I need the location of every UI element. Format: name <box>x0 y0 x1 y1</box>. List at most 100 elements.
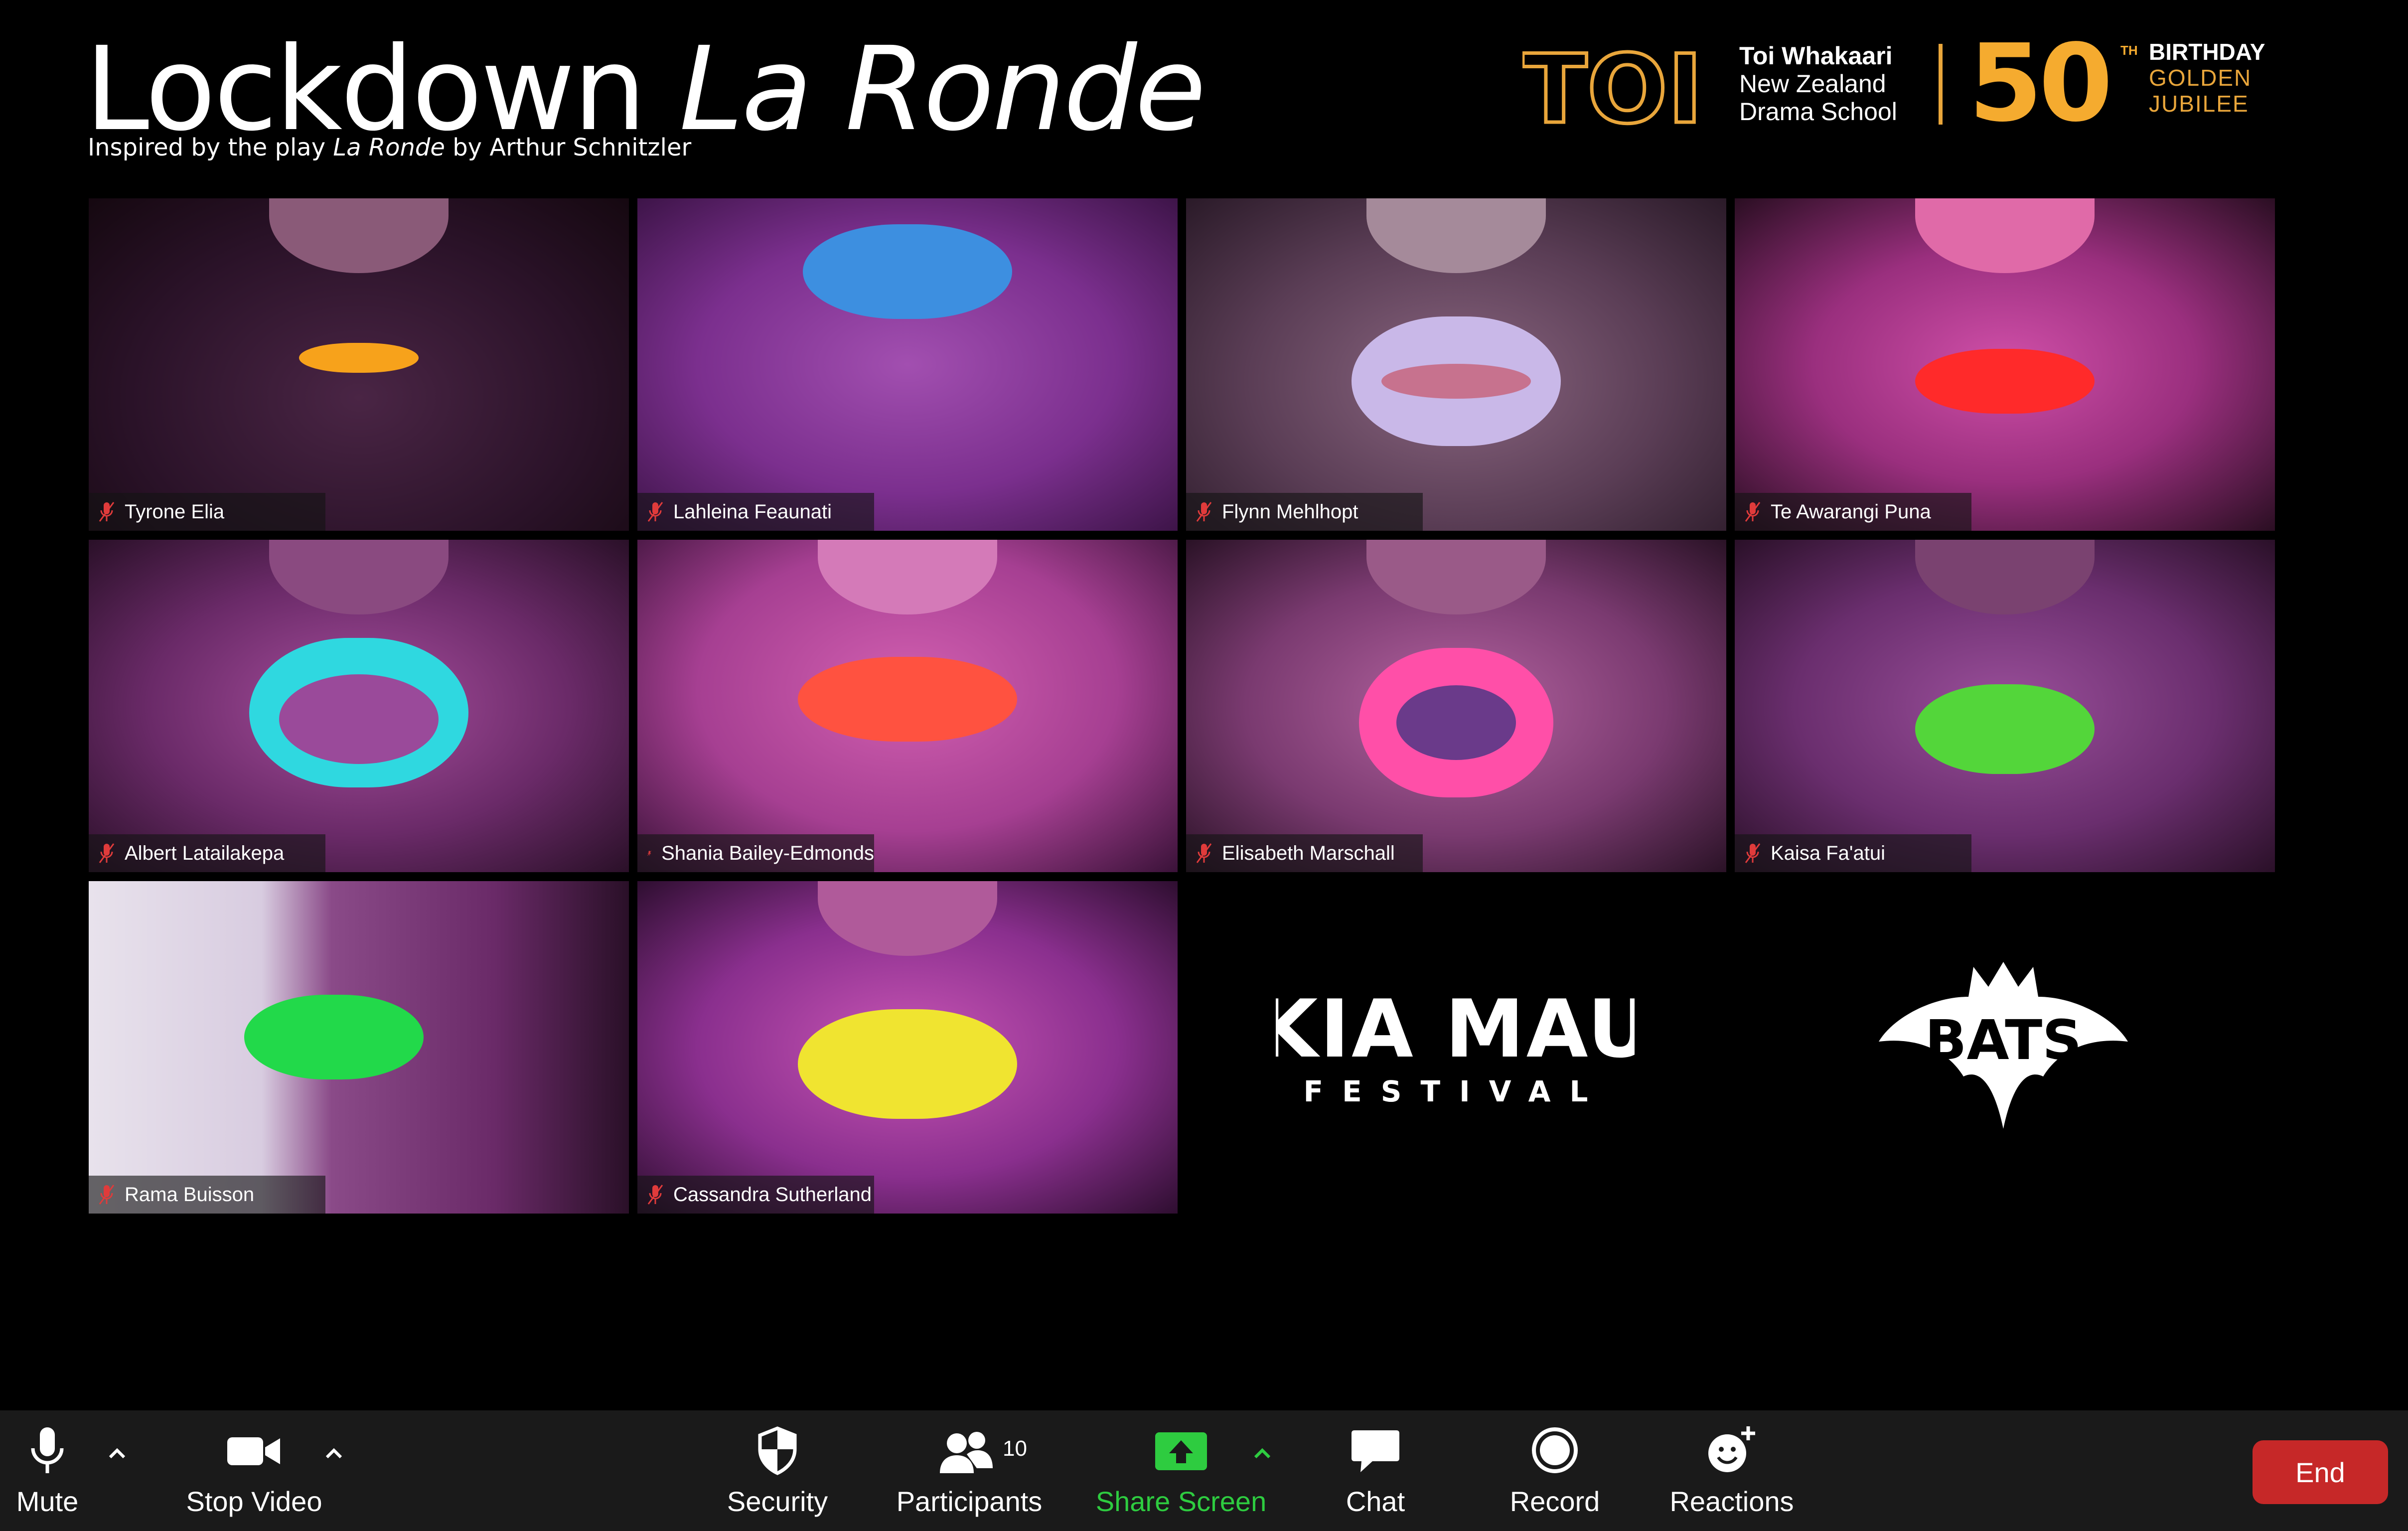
video-tile[interactable]: Shania Bailey-Edmonds <box>637 540 1178 872</box>
video-tile[interactable]: Flynn Mehlhopt <box>1186 198 1726 531</box>
participant-name-tag: Shania Bailey-Edmonds <box>637 834 874 872</box>
video-tile[interactable]: Te Awarangi Puna <box>1735 198 2275 531</box>
th-superscript: TH <box>2120 43 2138 58</box>
chat-bubble-icon <box>1352 1430 1399 1472</box>
record-label: Record <box>1509 1486 1600 1517</box>
muted-mic-icon <box>647 850 651 856</box>
reactions-label: Reactions <box>1669 1486 1794 1517</box>
video-tile[interactable]: Cassandra Sutherland <box>637 881 1178 1214</box>
participant-name: Shania Bailey-Edmonds <box>661 842 874 864</box>
muted-mic-icon <box>1745 843 1761 863</box>
lips <box>798 657 1017 742</box>
toi-line-1: Toi Whakaari <box>1739 42 1893 70</box>
chat-button[interactable]: Chat <box>1336 1425 1415 1518</box>
fifty-badge: 50 <box>1968 21 2113 146</box>
end-meeting-button[interactable]: End <box>2253 1440 2388 1504</box>
participant-name: Cassandra Sutherland <box>673 1183 872 1206</box>
logo-divider <box>1939 44 1943 125</box>
mute-button[interactable]: Mute <box>10 1425 85 1518</box>
lips <box>803 224 1012 319</box>
svg-text:TOI: TOI <box>1522 42 1703 127</box>
svg-text:BATS: BATS <box>1925 1008 2082 1072</box>
video-camera-icon <box>227 1437 280 1465</box>
subtitle-italic: La Ronde <box>333 134 445 161</box>
video-tile[interactable]: Elisabeth Marschall <box>1186 540 1726 872</box>
participant-name: Te Awarangi Puna <box>1771 500 1931 523</box>
participant-name-tag: Elisabeth Marschall <box>1186 834 1423 872</box>
muted-mic-icon <box>99 843 115 863</box>
muted-mic-icon <box>99 1185 115 1205</box>
toi-line-3: Drama School <box>1739 98 1897 126</box>
meeting-subtitle: Inspired by the play La Ronde by Arthur … <box>88 134 691 161</box>
stop-video-button[interactable]: Stop Video <box>179 1425 329 1518</box>
video-tile[interactable]: Lahleina Feaunati <box>637 198 1178 531</box>
participant-name-tag: Flynn Mehlhopt <box>1186 493 1423 531</box>
kia-mau-festival-logo: KIA MAU FESTIVAL <box>1276 987 1635 1108</box>
svg-text:FESTIVAL: FESTIVAL <box>1304 1074 1607 1108</box>
video-tile[interactable]: Tyrone Elia <box>89 198 629 531</box>
jubilee-label: JUBILEE <box>2149 91 2249 117</box>
lips <box>299 343 419 373</box>
participant-name-tag: Kaisa Fa'atui <box>1735 834 1971 872</box>
security-button[interactable]: Security <box>718 1425 837 1518</box>
lips <box>1915 684 2095 774</box>
muted-mic-icon <box>1196 843 1212 863</box>
video-tile[interactable]: Albert Latailakepa <box>89 540 629 872</box>
muted-mic-icon <box>99 502 115 522</box>
participant-name: Rama Buisson <box>125 1183 255 1206</box>
mute-label: Mute <box>16 1486 79 1517</box>
chevron-up-icon[interactable] <box>324 1445 344 1460</box>
record-icon <box>1532 1427 1578 1473</box>
smiley-plus-icon <box>1708 1426 1755 1472</box>
participant-name: Lahleina Feaunati <box>673 500 832 523</box>
muted-mic-icon <box>647 1185 663 1205</box>
record-button[interactable]: Record <box>1505 1425 1605 1518</box>
golden-label: GOLDEN <box>2149 65 2252 91</box>
stop-video-label: Stop Video <box>186 1486 322 1517</box>
subtitle-suffix: by Arthur Schnitzler <box>445 134 692 161</box>
toi-logo: TOI <box>1522 42 1704 127</box>
share-screen-icon <box>1155 1432 1207 1470</box>
video-tile[interactable]: Kaisa Fa'atui <box>1735 540 2275 872</box>
participant-name: Flynn Mehlhopt <box>1222 500 1358 523</box>
golden-jubilee-text: BIRTHDAY GOLDEN JUBILEE <box>2149 39 2265 117</box>
toi-line-2: New Zealand <box>1739 70 1886 98</box>
toi-wordmark: Toi Whakaari New Zealand Drama School <box>1739 42 1897 126</box>
lips-opening <box>1381 363 1531 399</box>
participant-name-tag: Tyrone Elia <box>89 493 325 531</box>
shield-icon <box>758 1426 797 1475</box>
share-screen-label: Share Screen <box>1095 1486 1267 1517</box>
lips <box>798 1009 1017 1119</box>
participant-name-tag: Lahleina Feaunati <box>637 493 874 531</box>
svg-text:KIA MAU: KIA MAU <box>1276 987 1635 1075</box>
title-italic: La Ronde <box>679 22 1206 156</box>
birthday-label: BIRTHDAY <box>2149 39 2265 65</box>
chevron-up-icon[interactable] <box>107 1445 127 1460</box>
muted-mic-icon <box>1196 502 1212 522</box>
lips <box>244 995 424 1080</box>
lips-opening <box>1396 685 1516 760</box>
participant-name-tag: Rama Buisson <box>89 1176 325 1214</box>
chat-label: Chat <box>1346 1486 1405 1517</box>
participant-name: Tyrone Elia <box>125 500 225 523</box>
microphone-icon <box>31 1427 64 1473</box>
participant-count: 10 <box>1003 1436 1027 1461</box>
participant-name: Elisabeth Marschall <box>1222 842 1395 864</box>
people-icon <box>940 1432 993 1473</box>
reactions-button[interactable]: Reactions <box>1669 1425 1794 1518</box>
participants-label: Participants <box>896 1486 1043 1517</box>
subtitle-prefix: Inspired by the play <box>88 134 333 161</box>
muted-mic-icon <box>647 502 663 522</box>
muted-mic-icon <box>1745 502 1761 522</box>
share-screen-button[interactable]: Share Screen <box>1091 1425 1271 1518</box>
participant-name-tag: Te Awarangi Puna <box>1735 493 1971 531</box>
lips <box>1915 348 2095 414</box>
bats-theatre-logo: BATS <box>1879 962 2128 1129</box>
participant-name: Albert Latailakepa <box>125 842 285 864</box>
chevron-up-icon[interactable] <box>1252 1445 1272 1460</box>
participant-name: Kaisa Fa'atui <box>1771 842 1885 864</box>
meeting-toolbar: Mute Stop Video Security Participants 10 <box>0 1410 2408 1531</box>
video-tile[interactable]: Rama Buisson <box>89 881 629 1214</box>
lips-opening <box>279 674 439 765</box>
participant-name-tag: Cassandra Sutherland <box>637 1176 874 1214</box>
